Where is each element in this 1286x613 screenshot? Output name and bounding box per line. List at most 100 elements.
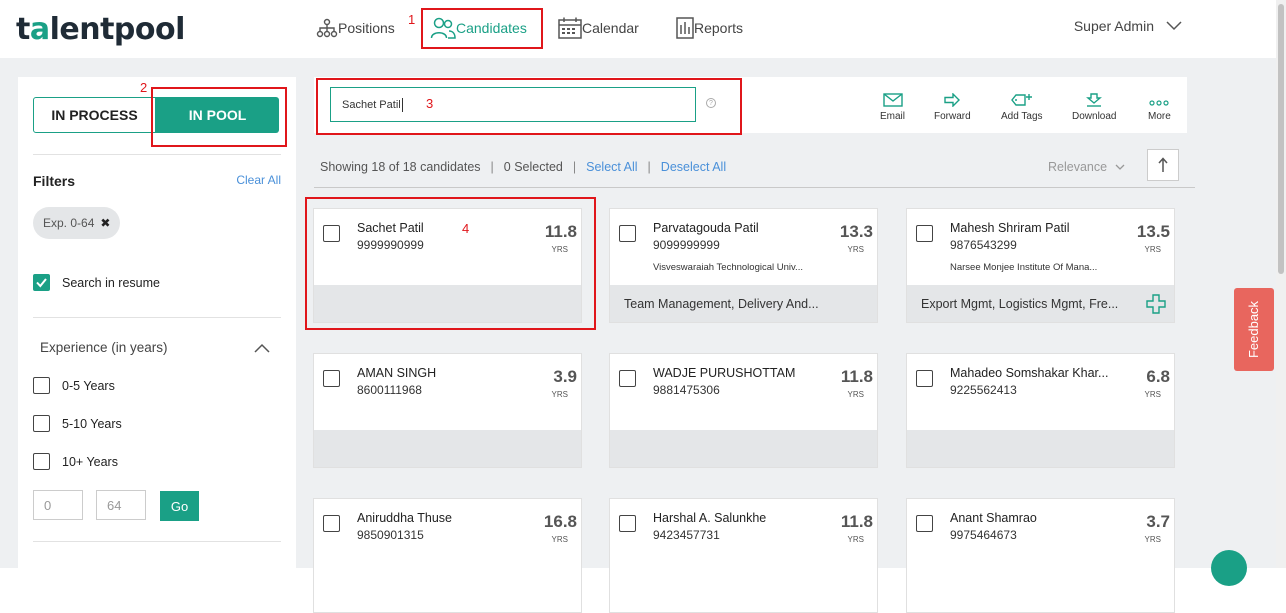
- filters-title: Filters: [33, 173, 76, 189]
- exp-option-10-plus[interactable]: 10+ Years: [33, 453, 118, 470]
- candidate-name[interactable]: AMAN SINGH: [357, 366, 436, 380]
- candidate-skills: [610, 430, 877, 467]
- candidate-card[interactable]: AMAN SINGH 8600111968 3.9 YRS: [313, 353, 582, 468]
- candidate-name[interactable]: Harshal A. Salunkhe: [653, 511, 766, 525]
- exp-option-5-10[interactable]: 5-10 Years: [33, 415, 122, 432]
- divider: [33, 541, 281, 542]
- candidate-card[interactable]: WADJE PURUSHOTTAM 9881475306 11.8 YRS: [609, 353, 878, 468]
- min-experience-input[interactable]: 0: [33, 490, 83, 520]
- hierarchy-icon: [316, 18, 338, 38]
- go-button[interactable]: Go: [160, 491, 199, 521]
- candidate-checkbox[interactable]: [619, 370, 636, 387]
- user-name: Super Admin: [1073, 18, 1154, 34]
- add-skill-icon[interactable]: [1146, 294, 1166, 314]
- candidate-checkbox[interactable]: [619, 515, 636, 532]
- exp-checkbox[interactable]: [33, 415, 50, 432]
- candidate-phone: 8600111968: [357, 383, 422, 397]
- candidate-name[interactable]: Mahadeo Somshakar Khar...: [950, 366, 1108, 380]
- separator: |: [572, 160, 577, 174]
- candidate-checkbox[interactable]: [916, 515, 933, 532]
- exp-checkbox[interactable]: [33, 453, 50, 470]
- sort-order-button[interactable]: [1147, 149, 1179, 181]
- candidate-checkbox[interactable]: [916, 370, 933, 387]
- candidate-phone: 9850901315: [357, 528, 424, 542]
- candidate-checkbox[interactable]: [619, 225, 636, 242]
- candidate-checkbox[interactable]: [916, 225, 933, 242]
- sort-dropdown[interactable]: Relevance: [1048, 160, 1125, 174]
- candidate-card[interactable]: Aniruddha Thuse 9850901315 16.8 YRS: [313, 498, 582, 613]
- scrollbar[interactable]: [1276, 0, 1286, 568]
- search-in-resume-label: Search in resume: [62, 275, 160, 290]
- candidate-skills-text: Export Mgmt, Logistics Mgmt, Fre...: [921, 296, 1119, 311]
- candidate-skills: [907, 430, 1174, 467]
- candidate-skills: Team Management, Delivery And...: [610, 285, 877, 322]
- feedback-tab[interactable]: Feedback: [1234, 288, 1274, 371]
- select-all-link[interactable]: Select All: [586, 160, 637, 174]
- nav-reports[interactable]: Reports: [676, 14, 743, 42]
- annotation-number: 3: [426, 96, 434, 111]
- years-label: YRS: [847, 390, 864, 399]
- years-label: YRS: [847, 535, 864, 544]
- divider: [33, 154, 281, 155]
- feedback-label: Feedback: [1246, 300, 1262, 359]
- candidate-card[interactable]: Mahesh Shriram Patil 9876543299 Narsee M…: [906, 208, 1175, 323]
- candidate-phone: 9423457731: [653, 528, 720, 542]
- nav-positions-label: Positions: [338, 20, 395, 36]
- add-tags-action[interactable]: Add Tags: [1001, 93, 1043, 122]
- candidate-card[interactable]: Mahadeo Somshakar Khar... 9225562413 6.8…: [906, 353, 1175, 468]
- download-icon: [1086, 93, 1103, 107]
- max-experience-input[interactable]: 64: [96, 490, 146, 520]
- top-bar: talentpool Positions Candidates Calendar…: [0, 0, 1286, 58]
- divider: [314, 187, 1195, 188]
- in-process-tab[interactable]: IN PROCESS: [33, 97, 156, 133]
- candidate-name[interactable]: Parvatagouda Patil: [653, 221, 759, 235]
- candidate-card[interactable]: Harshal A. Salunkhe 9423457731 11.8 YRS: [609, 498, 878, 613]
- close-icon[interactable]: ✖: [100, 216, 110, 230]
- calendar-icon: [558, 17, 582, 39]
- candidate-phone: 9099999999: [653, 238, 720, 252]
- candidate-name[interactable]: Anant Shamrao: [950, 511, 1037, 525]
- chevron-up-icon[interactable]: [254, 343, 270, 353]
- scrollbar-thumb[interactable]: [1278, 4, 1284, 274]
- candidate-checkbox[interactable]: [323, 515, 340, 532]
- email-label: Email: [880, 111, 906, 122]
- exp-option-0-5[interactable]: 0-5 Years: [33, 377, 115, 394]
- candidate-experience: 16.8: [543, 512, 577, 531]
- clear-all-link[interactable]: Clear All: [236, 173, 281, 187]
- more-label: More: [1148, 111, 1171, 122]
- forward-action[interactable]: Forward: [934, 93, 971, 122]
- years-label: YRS: [1144, 535, 1161, 544]
- years-label: YRS: [1144, 390, 1161, 399]
- candidate-phone: 9975464673: [950, 528, 1017, 542]
- candidate-experience: 11.8: [840, 367, 873, 386]
- more-action[interactable]: More: [1148, 93, 1171, 122]
- chat-button[interactable]: [1211, 550, 1247, 586]
- candidate-skills: [314, 430, 581, 467]
- download-action[interactable]: Download: [1072, 93, 1116, 122]
- annotation-number: 4: [462, 221, 470, 236]
- filter-sidebar: IN PROCESS IN POOL Filters Clear All Exp…: [18, 77, 296, 568]
- annotation-box: [316, 78, 742, 135]
- chevron-down-icon: [1115, 164, 1125, 170]
- email-action[interactable]: Email: [880, 93, 905, 122]
- nav-calendar[interactable]: Calendar: [558, 14, 639, 42]
- candidate-card[interactable]: Anant Shamrao 9975464673 3.7 YRS: [906, 498, 1175, 613]
- deselect-all-link[interactable]: Deselect All: [661, 160, 726, 174]
- annotation-number: 1: [408, 12, 416, 27]
- user-menu[interactable]: Super Admin: [1074, 18, 1182, 34]
- exp-checkbox[interactable]: [33, 377, 50, 394]
- candidate-name[interactable]: Aniruddha Thuse: [357, 511, 452, 525]
- nav-positions[interactable]: Positions: [316, 14, 395, 42]
- exp-option-label: 5-10 Years: [62, 416, 122, 431]
- search-in-resume-option[interactable]: Search in resume: [33, 274, 160, 291]
- candidate-name[interactable]: Mahesh Shriram Patil: [950, 221, 1070, 235]
- annotation-box: [305, 197, 596, 330]
- logo[interactable]: talentpool: [16, 12, 185, 47]
- candidate-checkbox[interactable]: [323, 370, 340, 387]
- candidate-name[interactable]: WADJE PURUSHOTTAM: [653, 366, 795, 380]
- years-label: YRS: [1144, 245, 1161, 254]
- annotation-number: 2: [140, 80, 148, 95]
- experience-section-title: Experience (in years): [40, 340, 168, 355]
- candidate-card[interactable]: Parvatagouda Patil 9099999999 Visveswara…: [609, 208, 878, 323]
- search-in-resume-checkbox[interactable]: [33, 274, 50, 291]
